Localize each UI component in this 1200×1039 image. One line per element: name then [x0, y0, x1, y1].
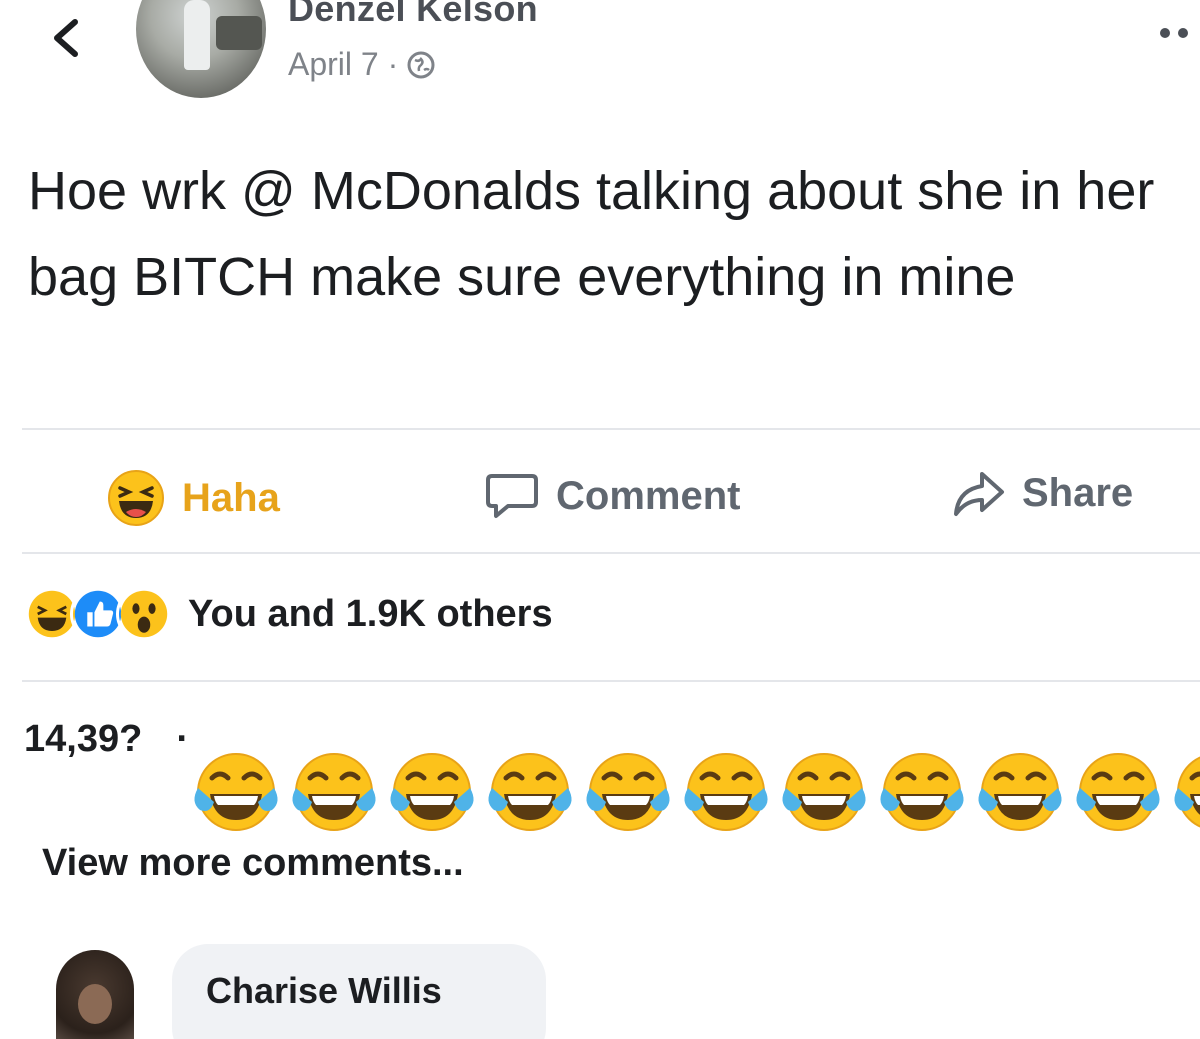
tears-of-joy-emoji: [978, 753, 1062, 831]
tears-of-joy-emoji: [194, 753, 278, 831]
action-bar: Haha Comment Share: [0, 444, 1200, 552]
divider: [22, 552, 1200, 554]
wow-icon: [116, 586, 172, 642]
share-button[interactable]: Share: [952, 468, 1133, 518]
back-button[interactable]: [36, 8, 96, 68]
globe-icon: [407, 51, 435, 78]
tears-of-joy-emoji: [684, 753, 768, 831]
share-icon: [954, 472, 1004, 516]
haha-label: Haha: [182, 475, 280, 520]
author-name[interactable]: Denzel Kelson: [288, 0, 538, 30]
post-meta: April 7 ·: [288, 46, 436, 83]
reactions-summary-text: You and 1.9K others: [188, 592, 553, 635]
emoji-reply-row: [190, 748, 1200, 838]
commenter-avatar[interactable]: [56, 950, 134, 1039]
comment-button[interactable]: Comment: [484, 468, 740, 524]
more-options-button[interactable]: [1160, 28, 1188, 38]
tears-of-joy-emoji: [488, 753, 572, 831]
divider: [22, 428, 1200, 430]
tears-of-joy-emoji: [1076, 753, 1160, 831]
share-label: Share: [1022, 470, 1134, 515]
tears-of-joy-emoji: [1174, 756, 1200, 828]
post-header: Denzel Kelson April 7 ·: [0, 0, 1200, 120]
tears-of-joy-emoji: [880, 753, 964, 831]
post-text: Hoe wrk @ McDonalds talking about she in…: [28, 161, 1155, 307]
tears-of-joy-emoji: [586, 753, 670, 831]
comment-icon: [486, 474, 538, 518]
chevron-left-icon: [54, 19, 78, 57]
divider: [22, 680, 1200, 682]
author-avatar[interactable]: [136, 0, 266, 98]
haha-icon: [108, 470, 164, 526]
view-more-comments-link[interactable]: View more comments...: [42, 842, 464, 885]
comment-bubble[interactable]: Charise Willis: [172, 944, 546, 1039]
comment-count-value: 14,39?: [24, 718, 143, 760]
tears-of-joy-emoji: [292, 753, 376, 831]
tears-of-joy-emoji: [390, 753, 474, 831]
reaction-icons: [24, 586, 172, 642]
haha-button[interactable]: Haha: [106, 468, 280, 528]
post-date[interactable]: April 7 ·: [288, 46, 398, 83]
commenter-name[interactable]: Charise Willis: [206, 970, 442, 1012]
reaction-summary[interactable]: You and 1.9K others: [24, 586, 553, 642]
tears-of-joy-emoji: [782, 753, 866, 831]
comment-label: Comment: [556, 473, 741, 518]
comment-count-dot: ·: [176, 718, 189, 760]
comment-count[interactable]: 14,39? ·: [24, 718, 189, 761]
